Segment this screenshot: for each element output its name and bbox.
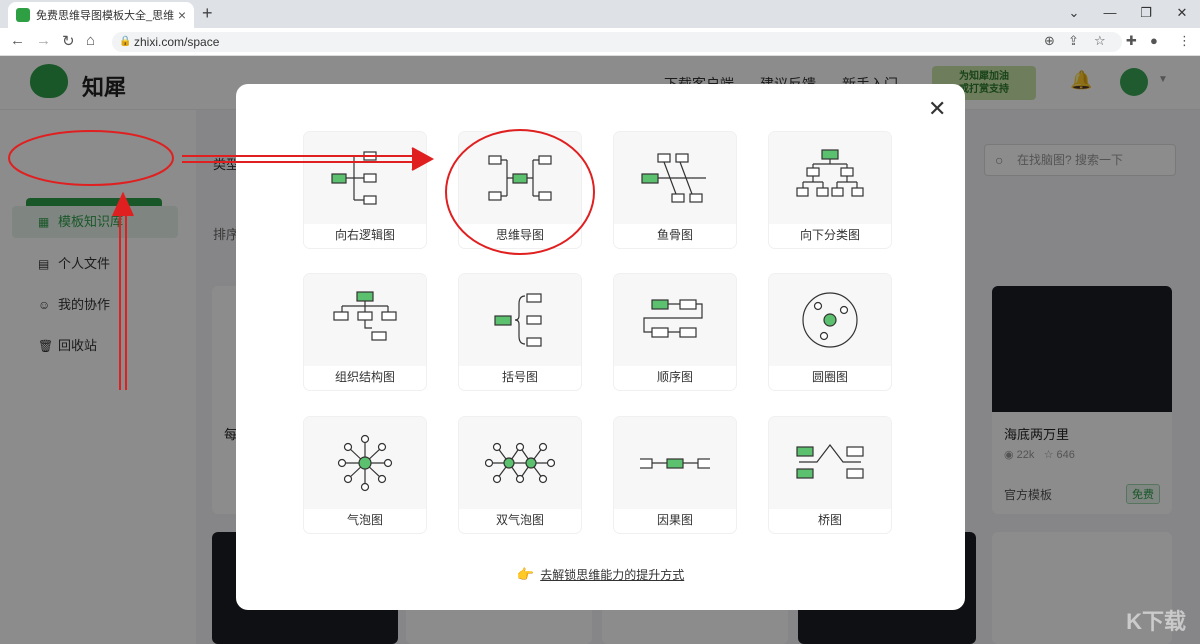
tab-close-icon[interactable]: × xyxy=(178,7,186,23)
home-icon[interactable]: ⌂ xyxy=(86,32,95,49)
template-label: 向右逻辑图 xyxy=(334,228,395,242)
sequence-diagram-icon xyxy=(614,274,736,366)
reload-icon[interactable]: ↻ xyxy=(62,32,75,50)
template-sequence[interactable]: 顺序图 xyxy=(614,274,736,390)
bubble-diagram-icon xyxy=(304,417,426,509)
new-tab-icon[interactable]: + xyxy=(202,3,213,24)
right-logic-diagram-icon xyxy=(304,132,426,224)
template-down-tree[interactable]: 向下分类图 xyxy=(769,132,891,248)
template-label: 因果图 xyxy=(656,513,693,527)
bookmark-star-icon[interactable]: ☆ xyxy=(1094,33,1106,49)
restore-icon[interactable]: ❐ xyxy=(1128,0,1164,28)
template-bridge[interactable]: 桥图 xyxy=(769,417,891,533)
extensions-icon[interactable]: ✚ xyxy=(1126,33,1137,49)
minimize-icon[interactable]: — xyxy=(1092,0,1128,28)
close-icon[interactable]: ✕ xyxy=(928,98,946,120)
template-label: 气泡图 xyxy=(346,513,383,527)
template-label: 鱼骨图 xyxy=(656,228,693,242)
site-favicon-icon xyxy=(16,8,30,22)
template-fishbone[interactable]: 鱼骨图 xyxy=(614,132,736,248)
double-bubble-diagram-icon xyxy=(459,417,581,509)
unlock-row: 👉 去解锁思维能力的提升方式 xyxy=(236,566,965,583)
template-bracket[interactable]: 括号图 xyxy=(459,274,581,390)
template-double-bubble[interactable]: 双气泡图 xyxy=(459,417,581,533)
pointing-hand-icon: 👉 xyxy=(516,566,535,582)
cause-effect-diagram-icon xyxy=(614,417,736,509)
template-cause-effect[interactable]: 因果图 xyxy=(614,417,736,533)
fishbone-diagram-icon xyxy=(614,132,736,224)
url-field[interactable]: 🔒 zhixi.com/space xyxy=(112,32,1122,52)
down-tree-diagram-icon xyxy=(769,132,891,224)
template-label: 向下分类图 xyxy=(799,228,860,242)
template-right-logic[interactable]: 向右逻辑图 xyxy=(304,132,426,248)
address-bar: ← → ↻ ⌂ 🔒 zhixi.com/space ⊕ ⇪ ☆ ✚ ● ⋮ xyxy=(0,28,1200,56)
circle-diagram-icon xyxy=(769,274,891,366)
unlock-link[interactable]: 去解锁思维能力的提升方式 xyxy=(540,568,684,582)
template-label: 圆圈图 xyxy=(811,370,848,384)
lock-icon: 🔒 xyxy=(119,36,132,47)
browser-tabbar: 免费思维导图模板大全_思维导图 × + ⌄ — ❐ ✕ xyxy=(0,0,1200,28)
tab-search-icon[interactable]: ⌄ xyxy=(1056,0,1092,28)
url-text: zhixi.com/space xyxy=(134,35,220,49)
back-icon[interactable]: ← xyxy=(10,32,25,49)
tab-title: 免费思维导图模板大全_思维导图 xyxy=(36,10,174,22)
template-label: 顺序图 xyxy=(656,370,693,384)
watermark-logo: K下载 xyxy=(1126,609,1186,634)
forward-icon[interactable]: → xyxy=(36,32,51,49)
bracket-diagram-icon xyxy=(459,274,581,366)
share-icon[interactable]: ⇪ xyxy=(1068,33,1079,49)
template-mindmap[interactable]: 思维导图 xyxy=(459,132,581,248)
close-window-icon[interactable]: ✕ xyxy=(1164,0,1200,28)
template-label: 思维导图 xyxy=(495,228,544,242)
template-circle[interactable]: 圆圈图 xyxy=(769,274,891,390)
mindmap-diagram-icon xyxy=(459,132,581,224)
menu-icon[interactable]: ⋮ xyxy=(1178,33,1191,49)
template-label: 桥图 xyxy=(817,513,842,527)
template-label: 组织结构图 xyxy=(334,370,395,384)
template-label: 双气泡图 xyxy=(495,513,544,527)
profile-icon[interactable]: ● xyxy=(1150,33,1158,48)
template-org-chart[interactable]: 组织结构图 xyxy=(304,274,426,390)
zoom-icon[interactable]: ⊕ xyxy=(1044,33,1055,49)
browser-tab[interactable]: 免费思维导图模板大全_思维导图 × xyxy=(8,2,194,28)
template-bubble[interactable]: 气泡图 xyxy=(304,417,426,533)
window-controls: ⌄ — ❐ ✕ xyxy=(1056,0,1200,28)
org-chart-diagram-icon xyxy=(304,274,426,366)
template-label: 括号图 xyxy=(501,370,538,384)
new-template-modal: ✕ 向右逻辑图 思维导图 鱼骨图 向下分类图 组织结构图 括号图 顺序图 圆圈图… xyxy=(236,84,965,610)
bridge-diagram-icon xyxy=(769,417,891,509)
